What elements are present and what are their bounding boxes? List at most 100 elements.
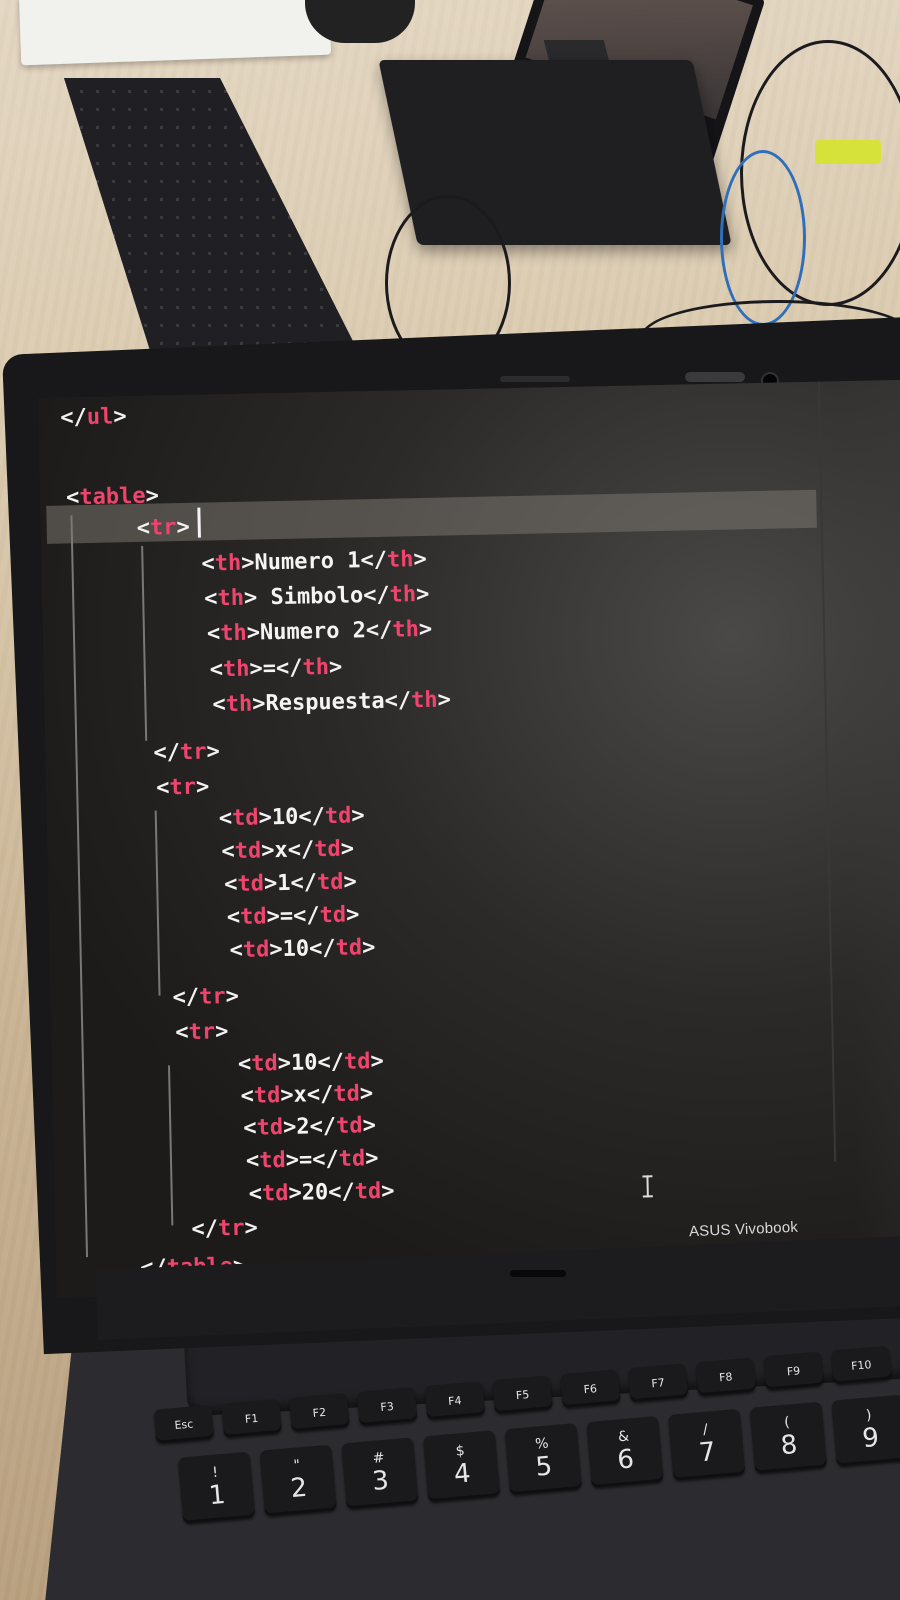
tag-bracket: < <box>206 621 221 647</box>
function-key[interactable]: F2 <box>288 1392 350 1432</box>
closing-tag-bracket: </ <box>290 870 318 896</box>
cell-text: Numero 1 <box>254 548 361 576</box>
closing-tag-name: th <box>410 687 438 714</box>
key-symbol: $ <box>455 1442 466 1460</box>
function-key[interactable]: F4 <box>424 1381 486 1421</box>
function-key[interactable]: F8 <box>695 1357 757 1397</box>
number-key[interactable]: ) 9 <box>831 1394 900 1467</box>
tag-name: tr <box>198 984 226 1010</box>
closing-tag-bracket: > <box>328 654 343 680</box>
tag-bracket: < <box>229 937 244 964</box>
key-digit: 4 <box>452 1458 472 1490</box>
number-key[interactable]: (8 <box>749 1401 828 1474</box>
closing-tag-bracket: </ <box>365 617 393 644</box>
text-caret <box>197 507 201 538</box>
code-line: <td>10</td> <box>229 935 375 964</box>
closing-tag-name: td <box>319 902 347 929</box>
function-key[interactable]: F9 <box>763 1351 824 1391</box>
cell-text: 1 <box>276 870 291 897</box>
closing-tag-name: td <box>316 869 344 896</box>
tag-bracket: </ <box>60 404 88 431</box>
function-key[interactable]: F6 <box>559 1369 621 1409</box>
code-line: <th>Numero 2</th> <box>207 617 433 648</box>
tag-bracket: < <box>226 904 241 931</box>
cell-text: Numero 2 <box>259 618 367 646</box>
function-key[interactable]: Esc <box>153 1404 215 1444</box>
code-line: <tr> <box>136 515 190 542</box>
cell-text: Simbolo <box>256 583 364 611</box>
key-digit: 8 <box>779 1429 799 1462</box>
cell-text: 2 <box>296 1114 310 1140</box>
tag-name: td <box>261 1180 289 1207</box>
tag-bracket: > <box>195 774 210 800</box>
tag-name: ul <box>86 404 114 430</box>
closing-tag-bracket: > <box>437 687 452 713</box>
tag-name: td <box>231 805 259 832</box>
number-key[interactable]: $4 <box>422 1430 501 1503</box>
tag-name: td <box>237 871 265 897</box>
closing-tag-bracket: </ <box>287 837 315 863</box>
tag-bracket: > <box>225 983 240 1010</box>
tag-name: td <box>250 1051 279 1077</box>
key-symbol: / <box>702 1421 709 1439</box>
closing-tag-bracket: </ <box>306 1081 334 1108</box>
screen-glare <box>837 378 900 1282</box>
function-key[interactable]: F5 <box>492 1375 553 1415</box>
code-line: <td>2</td> <box>243 1113 376 1142</box>
key-symbol: ! <box>211 1464 219 1481</box>
number-key[interactable]: /7 <box>667 1408 746 1481</box>
webcam-shutter <box>685 372 745 382</box>
function-key[interactable]: F10 <box>830 1345 892 1385</box>
tag-bracket: > <box>269 937 283 963</box>
tag-name: tr <box>179 739 207 766</box>
code-line: <th>Respuesta</th> <box>212 687 451 718</box>
function-key[interactable]: F7 <box>627 1363 689 1403</box>
tag-bracket: < <box>201 551 216 577</box>
cell-text: Respuesta <box>265 688 385 717</box>
tag-name: th <box>225 691 253 718</box>
number-key[interactable]: & 6 <box>586 1415 664 1488</box>
code-line: <td>=</td> <box>227 902 360 931</box>
laptop-screen: </ul> <table> <tr> <th>Numero 1</th> <th> Si… <box>38 378 900 1298</box>
code-line: <tr> <box>156 775 210 802</box>
tag-bracket: > <box>263 871 278 897</box>
closing-tag-bracket: </ <box>275 655 303 682</box>
tag-name: th <box>217 585 245 612</box>
lid-notch <box>510 1270 566 1277</box>
number-key[interactable]: " 2 <box>259 1444 337 1517</box>
tag-bracket: > <box>145 483 160 509</box>
number-key[interactable]: ! 1 <box>177 1451 256 1524</box>
cell-text: = <box>298 1147 313 1173</box>
tag-name: td <box>256 1115 284 1141</box>
number-key[interactable]: #3 <box>341 1437 419 1510</box>
tag-name: td <box>242 937 270 963</box>
tag-bracket: > <box>282 1114 297 1141</box>
closing-tag-bracket: </ <box>317 1049 345 1076</box>
closing-tag-bracket: > <box>364 1146 379 1172</box>
paper-notebook <box>18 0 332 66</box>
code-line: <td>20</td> <box>248 1179 394 1208</box>
tag-name: tr <box>217 1215 245 1242</box>
tag-bracket: < <box>243 1115 257 1141</box>
function-key[interactable]: F1 <box>221 1398 282 1438</box>
tag-name: table <box>79 483 146 511</box>
closing-tag-name: th <box>386 547 414 573</box>
function-key[interactable]: F3 <box>356 1387 418 1426</box>
closing-tag-name: td <box>338 1146 366 1172</box>
number-key[interactable]: % 5 <box>504 1423 582 1496</box>
key-symbol: ( <box>783 1414 791 1431</box>
cell-text: = <box>279 903 294 930</box>
tag-bracket: > <box>206 739 220 765</box>
tag-bracket: < <box>212 692 226 718</box>
cell-text: 20 <box>301 1180 329 1206</box>
code-line: <td>x</td> <box>240 1081 373 1110</box>
code-line: <tr> <box>175 1019 229 1046</box>
tag-bracket: < <box>175 1019 189 1046</box>
cell-text: 10 <box>271 804 299 831</box>
code-editor[interactable]: </ul> <table> <tr> <th>Numero 1</th> <th> Si… <box>38 382 836 1281</box>
closing-tag-name: td <box>324 803 352 830</box>
tag-bracket: > <box>243 585 258 611</box>
tag-bracket: < <box>65 485 80 511</box>
key-digit: 9 <box>861 1422 881 1455</box>
closing-tag-name: td <box>354 1178 382 1205</box>
